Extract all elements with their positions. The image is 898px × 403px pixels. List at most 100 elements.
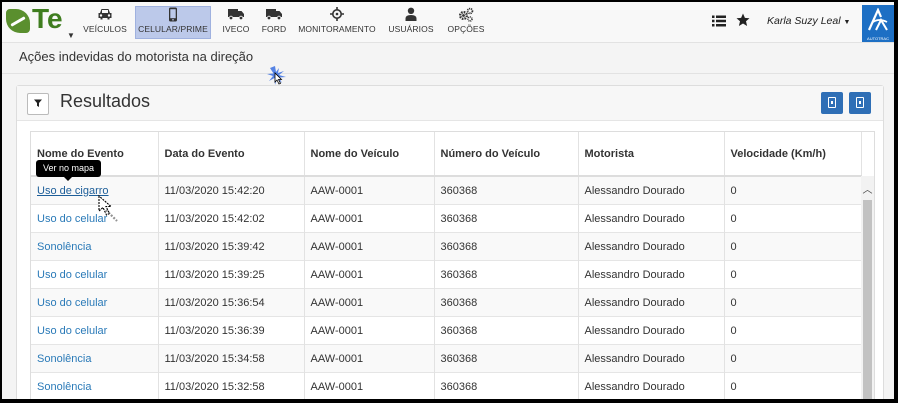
table-row: Uso do celular 11/03/2020 15:42:02 AAW-0… — [31, 204, 862, 233]
column-header[interactable]: Nome do Veículo — [304, 132, 435, 177]
vehicle-name-cell: AAW-0001 — [304, 344, 435, 373]
table-header-row: Nome do Evento Data do Evento Nome do Ve… — [31, 132, 862, 177]
crosshair-icon — [298, 7, 376, 23]
vehicle-name-cell: AAW-0001 — [304, 316, 435, 345]
filter-button[interactable] — [27, 93, 49, 115]
user-name: Karla Suzy Leal — [767, 15, 841, 27]
driver-cell: Alessandro Dourado — [578, 372, 725, 399]
nav-item-label: FORD — [261, 24, 287, 34]
nav-item-label: VEÍCULOS — [83, 24, 127, 34]
table-row: Sonolência 11/03/2020 15:34:58 AAW-0001 … — [31, 344, 862, 373]
vehicle-name-cell: AAW-0001 — [304, 175, 435, 205]
user-menu[interactable]: Karla Suzy Leal ▼ — [767, 15, 850, 27]
gears-icon — [444, 7, 488, 23]
event-name-cell: Uso do celular — [31, 204, 159, 233]
column-header[interactable]: Motorista — [578, 132, 725, 177]
event-name-cell: Uso do celular — [31, 288, 159, 317]
app-logo[interactable]: Te ▼ — [4, 3, 75, 40]
phone-icon — [136, 7, 210, 23]
vehicle-number-cell: 360368 — [434, 288, 579, 317]
speed-cell: 0 — [724, 288, 862, 317]
nav-item-monitoramento[interactable]: MONITORAMENTO — [298, 7, 376, 37]
speed-cell: 0 — [724, 372, 862, 399]
star-icon[interactable] — [736, 13, 750, 30]
excel-file-icon — [828, 97, 836, 108]
driver-cell: Alessandro Dourado — [578, 288, 725, 317]
nav-item-ford[interactable]: FORD — [259, 7, 289, 37]
vehicle-number-cell: 360368 — [434, 204, 579, 233]
column-header[interactable]: Número do Veículo — [434, 132, 579, 177]
export-pdf-button[interactable] — [849, 92, 871, 114]
vehicle-name-cell: AAW-0001 — [304, 260, 435, 289]
table-row: Sonolência 11/03/2020 15:32:58 AAW-0001 … — [31, 372, 862, 399]
vehicle-number-cell: 360368 — [434, 232, 579, 261]
column-header[interactable]: Velocidade (Km/h) — [724, 132, 862, 177]
event-date-cell: 11/03/2020 15:39:42 — [158, 232, 305, 261]
nav-item-iveco[interactable]: IVECO — [219, 7, 253, 37]
event-name-cell: Uso do celular — [31, 260, 159, 289]
event-date-cell: 11/03/2020 15:36:54 — [158, 288, 305, 317]
results-panel: Resultados Nome do Evento Data do Evento… — [16, 85, 884, 399]
vehicle-name-cell: AAW-0001 — [304, 204, 435, 233]
vehicle-name-cell: AAW-0001 — [304, 232, 435, 261]
brand-logo: AUTOTRAC — [862, 5, 894, 42]
speed-cell: 0 — [724, 175, 862, 205]
pdf-file-icon — [856, 97, 864, 108]
car-icon — [80, 7, 130, 23]
nav-item-label: MONITORAMENTO — [298, 24, 376, 34]
nav-item-veiculos[interactable]: VEÍCULOS — [80, 7, 130, 37]
truck-icon — [219, 7, 253, 23]
driver-cell: Alessandro Dourado — [578, 175, 725, 205]
nav-item-label: OPÇÕES — [447, 24, 485, 34]
speed-cell: 0 — [724, 316, 862, 345]
export-excel-button[interactable] — [821, 92, 843, 114]
event-link[interactable]: Sonolência — [37, 241, 91, 253]
driver-cell: Alessandro Dourado — [578, 344, 725, 373]
vehicle-name-cell: AAW-0001 — [304, 288, 435, 317]
event-link[interactable]: Uso do celular — [37, 269, 107, 281]
driver-cell: Alessandro Dourado — [578, 316, 725, 345]
caret-down-icon: ▼ — [67, 31, 75, 40]
nav-item-usuarios[interactable]: USUÁRIOS — [386, 7, 436, 37]
driver-cell: Alessandro Dourado — [578, 204, 725, 233]
speed-cell: 0 — [724, 204, 862, 233]
user-icon — [386, 7, 436, 23]
event-link[interactable]: Sonolência — [37, 353, 91, 365]
event-link[interactable]: Uso do celular — [37, 297, 107, 309]
tooltip: Ver no mapa — [36, 160, 102, 181]
brand-text: AUTOTRAC — [867, 36, 889, 41]
event-link[interactable]: Uso do celular — [37, 325, 107, 337]
table-row: Sonolência 11/03/2020 15:39:42 AAW-0001 … — [31, 232, 862, 261]
list-icon[interactable] — [712, 14, 726, 30]
logo-text: Te — [32, 3, 63, 34]
event-name-cell: Uso do celular — [31, 316, 159, 345]
event-name-cell: Uso de cigarro — [31, 175, 159, 205]
driver-cell: Alessandro Dourado — [578, 260, 725, 289]
column-header[interactable]: Data do Evento — [158, 132, 305, 177]
nav-item-opcoes[interactable]: OPÇÕES — [444, 7, 488, 37]
speed-cell: 0 — [724, 232, 862, 261]
scroll-up-icon[interactable]: ︿ — [861, 181, 874, 196]
mouse-cursor-icon — [266, 65, 288, 87]
event-name-cell: Sonolência — [31, 232, 159, 261]
panel-title: Resultados — [60, 91, 151, 111]
event-link[interactable]: Sonolência — [37, 381, 91, 393]
nav-item-label: IVECO — [222, 24, 250, 34]
vehicle-number-cell: 360368 — [434, 344, 579, 373]
table-row: Uso do celular 11/03/2020 15:39:25 AAW-0… — [31, 260, 862, 289]
event-date-cell: 11/03/2020 15:32:58 — [158, 372, 305, 399]
top-navbar: Te ▼ VEÍCULOS CELULAR/PRIME IVECO FORD M… — [2, 2, 894, 43]
event-name-cell: Sonolência — [31, 344, 159, 373]
caret-down-icon: ▼ — [843, 19, 851, 26]
nav-item-label: USUÁRIOS — [388, 24, 434, 34]
vehicle-number-cell: 360368 — [434, 372, 579, 399]
nav-item-celular-prime[interactable]: CELULAR/PRIME — [135, 6, 211, 39]
page-title: Ações indevidas do motorista na direção — [19, 49, 254, 64]
speed-cell: 0 — [724, 344, 862, 373]
table-row: Uso do celular 11/03/2020 15:36:54 AAW-0… — [31, 288, 862, 317]
event-date-cell: 11/03/2020 15:42:20 — [158, 175, 305, 205]
scrollbar-thumb[interactable] — [863, 200, 872, 399]
table-row: Uso de cigarro 11/03/2020 15:42:20 AAW-0… — [31, 175, 862, 205]
pointer-cursor-icon — [96, 194, 124, 226]
nav-item-label: CELULAR/PRIME — [138, 24, 208, 34]
